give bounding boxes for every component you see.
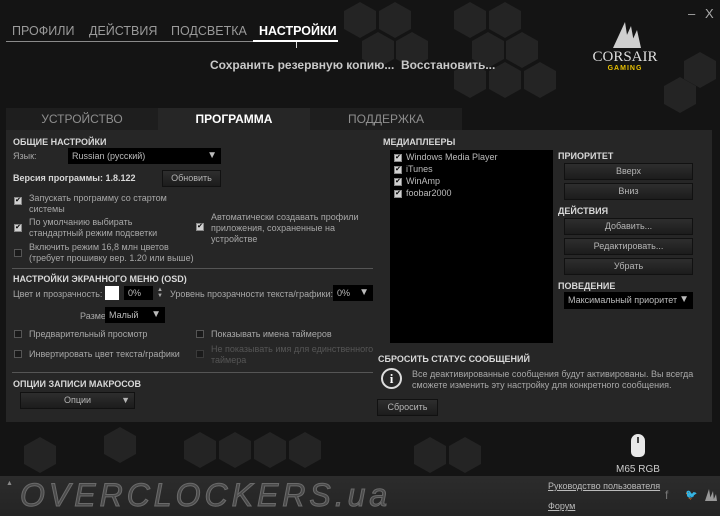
actions-title: ДЕЙСТВИЯ <box>558 206 609 216</box>
player-checkbox[interactable]: ✔ <box>394 189 402 198</box>
edit-button[interactable]: Редактировать... <box>564 238 693 255</box>
language-value: Russian (русский) <box>72 151 146 161</box>
chevron-down-icon: ▼ <box>207 150 217 161</box>
preview-label: Предварительный просмотр <box>29 329 148 339</box>
osd-size-dropdown[interactable]: Малый ▼ <box>105 307 165 323</box>
osd-color-label: Цвет и прозрачность: <box>13 289 103 299</box>
behavior-title: ПОВЕДЕНИЕ <box>558 281 616 291</box>
priority-title: ПРИОРИТЕТ <box>558 151 614 161</box>
twitter-icon[interactable]: 🐦 <box>685 490 697 501</box>
osd-color-swatch[interactable] <box>105 286 119 300</box>
divider <box>12 372 373 373</box>
invert-color-checkbox[interactable] <box>14 350 22 358</box>
osd-text-alpha-dropdown[interactable]: 0% ▼ <box>333 285 373 301</box>
osd-title: НАСТРОЙКИ ЭКРАННОГО МЕНЮ (OSD) <box>13 274 187 284</box>
chevron-down-icon: ▼ <box>151 309 161 320</box>
player-checkbox[interactable]: ✔ <box>394 177 402 186</box>
player-name: iTunes <box>406 164 433 174</box>
default-lighting-checkbox[interactable]: ✔ <box>14 224 22 232</box>
chevron-down-icon: ▼ <box>679 294 689 305</box>
version-text: Версия программы: 1.8.122 <box>13 173 136 183</box>
osd-text-alpha-label: Уровень прозрачности текста/графики: <box>170 289 333 299</box>
watermark: OVERCLOCKERS.ua <box>19 477 392 514</box>
show-timers-checkbox[interactable] <box>196 330 204 338</box>
minimize-button[interactable]: – <box>688 6 695 21</box>
move-down-button[interactable]: Вниз <box>564 183 693 200</box>
mouse-icon[interactable] <box>631 434 645 457</box>
general-title: ОБЩИЕ НАСТРОЙКИ <box>13 137 107 147</box>
update-button[interactable]: Обновить <box>162 170 221 187</box>
player-name: Windows Media Player <box>406 152 498 162</box>
restore-link[interactable]: Восстановить... <box>401 58 495 72</box>
show-timers-label: Показывать имена таймеров <box>211 329 332 339</box>
preview-checkbox[interactable] <box>14 330 22 338</box>
device-name: M65 RGB <box>616 464 660 475</box>
list-item[interactable]: ✔ Windows Media Player <box>394 152 498 162</box>
tab-device[interactable]: УСТРОЙСТВО <box>6 108 158 130</box>
corsair-logo: CORSAIR GAMING <box>585 20 665 72</box>
osd-size-value: Малый <box>109 310 139 320</box>
single-timer-label: Не показывать имя для единственного тайм… <box>211 344 374 365</box>
brand-text: CORSAIR <box>592 49 658 65</box>
auto-profiles-checkbox[interactable]: ✔ <box>196 223 204 231</box>
backup-link[interactable]: Сохранить резервную копию... <box>210 58 394 72</box>
chevron-down-icon: ▼ <box>121 395 130 405</box>
nav-settings[interactable]: НАСТРОЙКИ <box>259 24 337 38</box>
macro-options-label: Опции <box>63 395 92 405</box>
move-up-button[interactable]: Вверх <box>564 163 693 180</box>
single-timer-checkbox[interactable] <box>196 350 204 358</box>
macro-options-dropdown[interactable]: Опции ▼ <box>20 392 135 409</box>
behavior-value: Максимальный приоритет <box>568 295 678 305</box>
color-mode-checkbox[interactable] <box>14 249 22 257</box>
brand-sub: GAMING <box>607 65 643 72</box>
facebook-icon[interactable]: f <box>665 488 668 502</box>
close-button[interactable]: X <box>705 6 714 21</box>
info-icon: i <box>381 368 402 389</box>
forum-link[interactable]: Форум <box>548 501 575 511</box>
player-name: WinAmp <box>406 176 441 186</box>
nav-tick <box>296 42 297 48</box>
media-player-list: ✔ Windows Media Player ✔ iTunes ✔ WinAmp ✔ f… <box>390 150 553 343</box>
spinner-icon[interactable]: ▲ ▼ <box>157 287 163 299</box>
color-mode-label: Включить режим 16,8 млн цветов (требует … <box>29 242 194 263</box>
nav-actions[interactable]: ДЕЙСТВИЯ <box>89 24 157 38</box>
behavior-dropdown[interactable]: Максимальный приоритет ▼ <box>564 292 693 309</box>
osd-text-alpha-value: 0% <box>337 288 351 298</box>
corsair-sails-icon <box>613 22 641 48</box>
invert-color-label: Инвертировать цвет текста/графики <box>29 349 180 359</box>
reset-button[interactable]: Сбросить <box>377 399 438 416</box>
user-manual-link[interactable]: Руководство пользователя <box>548 481 660 491</box>
player-checkbox[interactable]: ✔ <box>394 153 402 162</box>
chevron-down-icon: ▼ <box>359 287 369 298</box>
reset-title: СБРОСИТЬ СТАТУС СООБЩЕНИЙ <box>378 354 530 364</box>
autostart-checkbox[interactable]: ✔ <box>14 197 22 205</box>
list-item[interactable]: ✔ WinAmp <box>394 176 440 186</box>
add-button[interactable]: Добавить... <box>564 218 693 235</box>
remove-button[interactable]: Убрать <box>564 258 693 275</box>
divider <box>12 268 373 269</box>
nav-profiles[interactable]: ПРОФИЛИ <box>12 24 74 38</box>
auto-profiles-label: Автоматически создавать профили приложен… <box>211 212 359 244</box>
language-dropdown[interactable]: Russian (русский) ▼ <box>68 148 221 164</box>
reset-description: Все деактивированные сообщения будут акт… <box>412 369 694 390</box>
list-item[interactable]: ✔ foobar2000 <box>394 188 452 198</box>
default-lighting-label: По умолчанию выбирать стандартный режим … <box>29 217 158 238</box>
list-item[interactable]: ✔ iTunes <box>394 164 433 174</box>
player-checkbox[interactable]: ✔ <box>394 165 402 174</box>
expand-icon[interactable]: ▲ <box>6 480 13 487</box>
osd-color-alpha-input[interactable]: 0% <box>124 286 153 300</box>
autostart-label: Запускать программу со стартом системы <box>29 193 167 214</box>
tab-program[interactable]: ПРОГРАММА <box>158 108 310 130</box>
language-label: Язык: <box>13 151 37 161</box>
nav-lighting[interactable]: ПОДСВЕТКА <box>171 24 247 38</box>
media-title: МЕДИАПЛЕЕРЫ <box>383 137 456 147</box>
corsair-icon[interactable] <box>703 487 717 501</box>
tab-support[interactable]: ПОДДЕРЖКА <box>310 108 462 130</box>
macro-title: ОПЦИИ ЗАПИСИ МАКРОСОВ <box>13 379 142 389</box>
player-name: foobar2000 <box>406 188 452 198</box>
